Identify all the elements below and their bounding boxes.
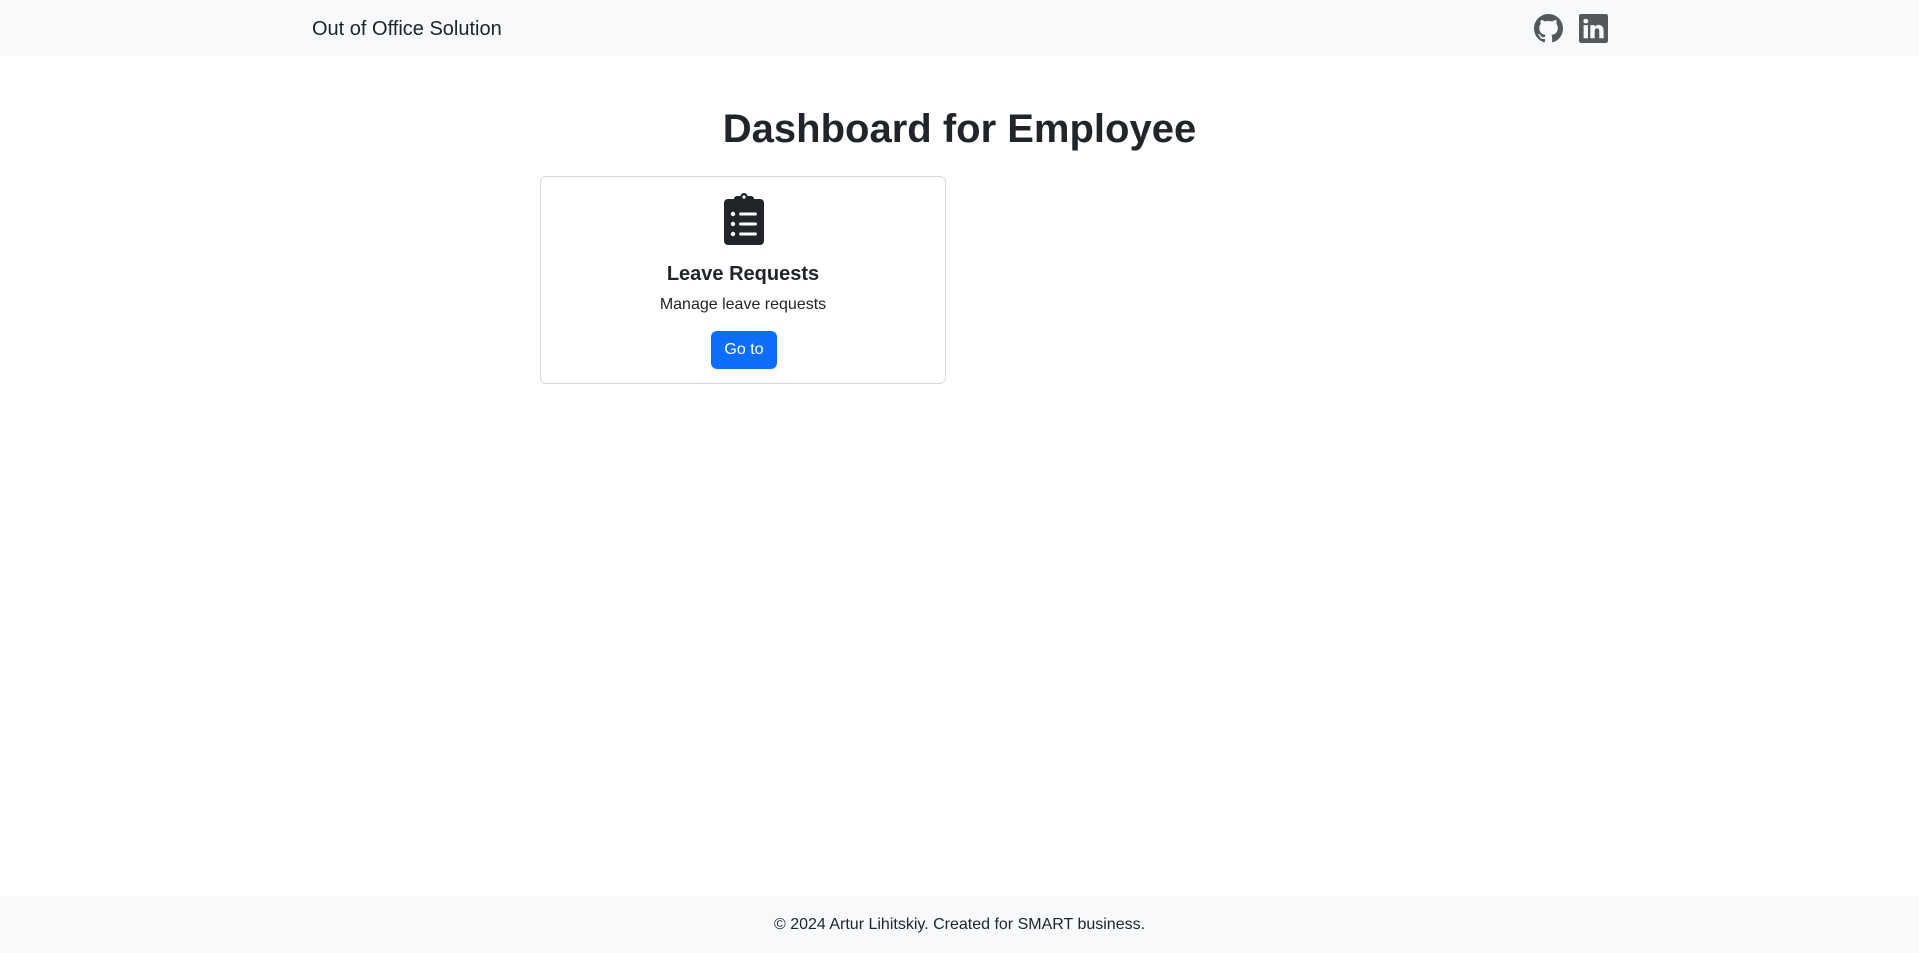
navbar-brand[interactable]: Out of Office Solution xyxy=(312,16,502,42)
leave-requests-card: Leave Requests Manage leave requests Go … xyxy=(540,176,946,384)
page: Out of Office Solution Dashboard for Emp… xyxy=(0,0,1919,953)
card-title: Leave Requests xyxy=(666,263,820,285)
footer-copyright: © 2024 Artur Lihitskiy. Created for SMAR… xyxy=(773,916,1146,933)
page-title: Dashboard for Employee xyxy=(722,107,1197,151)
github-icon[interactable] xyxy=(1534,13,1563,43)
go-to-button[interactable]: Go to xyxy=(711,331,777,369)
social-links xyxy=(1534,13,1608,43)
linkedin-icon[interactable] xyxy=(1579,13,1608,43)
navbar: Out of Office Solution xyxy=(0,0,1919,56)
clipboard-list-icon xyxy=(724,193,764,245)
footer: © 2024 Artur Lihitskiy. Created for SMAR… xyxy=(0,896,1919,953)
card-description: Manage leave requests xyxy=(659,296,827,313)
